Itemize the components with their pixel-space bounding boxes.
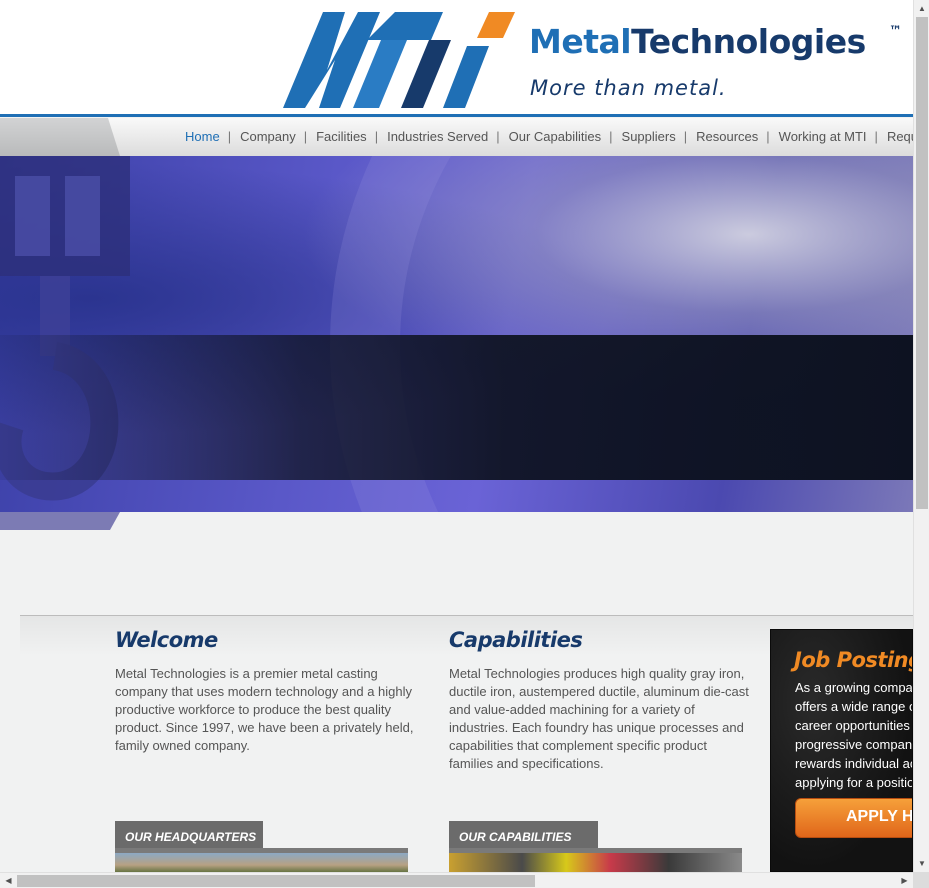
nav-separator: | bbox=[303, 129, 308, 144]
job-postings-text: As a growing company offers a wide range… bbox=[795, 678, 913, 792]
scrollbar-corner bbox=[913, 872, 929, 888]
nav-item-resources[interactable]: Resources bbox=[696, 129, 758, 144]
nav-item-home[interactable]: Home bbox=[185, 129, 220, 144]
scroll-up-arrow-icon[interactable]: ▲ bbox=[914, 0, 929, 17]
navigation-tab-decoration bbox=[0, 118, 120, 156]
job-postings-line: offers a wide range of bbox=[795, 699, 913, 714]
nav-item-working-at-mti[interactable]: Working at MTI bbox=[779, 129, 867, 144]
nav-item-facilities[interactable]: Facilities bbox=[316, 129, 367, 144]
browser-viewport: MetalTechnologies ™ More than metal. Hom… bbox=[0, 0, 913, 872]
nav-separator: | bbox=[227, 129, 232, 144]
nav-item-company[interactable]: Company bbox=[240, 129, 296, 144]
nav-item-request-quote[interactable]: Request Quote bbox=[887, 129, 913, 144]
nav-separator: | bbox=[374, 129, 379, 144]
job-postings-panel: Job Postings As a growing company offers… bbox=[770, 629, 913, 872]
job-postings-heading: Job Postings bbox=[794, 648, 912, 672]
vertical-scroll-thumb[interactable] bbox=[916, 17, 928, 509]
capabilities-photo[interactable] bbox=[449, 853, 742, 872]
nav-separator: | bbox=[496, 129, 500, 144]
vertical-scrollbar[interactable]: ▲ ▼ bbox=[913, 0, 929, 872]
job-postings-line: applying for a position bbox=[795, 775, 913, 790]
horizontal-scrollbar[interactable]: ◀ ▶ bbox=[0, 872, 913, 888]
apply-here-button[interactable]: APPLY HERE bbox=[795, 798, 912, 838]
capabilities-text: Metal Technologies produces high quality… bbox=[449, 666, 749, 771]
brand-name-technologies: Technologies bbox=[631, 22, 866, 61]
main-navigation: Home | Company | Facilities | Industries… bbox=[185, 129, 913, 144]
scroll-left-arrow-icon[interactable]: ◀ bbox=[0, 873, 17, 888]
job-postings-line: progressive company bbox=[795, 737, 913, 752]
scroll-right-arrow-icon[interactable]: ▶ bbox=[896, 873, 913, 888]
capabilities-heading: Capabilities bbox=[449, 628, 583, 652]
site-header: MetalTechnologies ™ More than metal. bbox=[0, 0, 913, 116]
header-divider bbox=[0, 114, 913, 117]
hero-tab-decoration bbox=[0, 512, 120, 530]
headquarters-label[interactable]: OUR HEADQUARTERS bbox=[115, 821, 263, 851]
nav-item-suppliers[interactable]: Suppliers bbox=[622, 129, 676, 144]
welcome-text: Metal Technologies is a premier metal ca… bbox=[115, 666, 414, 753]
headquarters-photo[interactable] bbox=[115, 853, 408, 872]
nav-separator: | bbox=[609, 129, 613, 144]
hero-banner bbox=[0, 156, 913, 512]
mti-logo-icon[interactable] bbox=[283, 10, 518, 108]
nav-item-our-capabilities[interactable]: Our Capabilities bbox=[509, 129, 602, 144]
job-postings-line: rewards individual ac bbox=[795, 756, 913, 771]
job-postings-line: career opportunities bbox=[795, 718, 910, 733]
horizontal-scroll-thumb[interactable] bbox=[17, 875, 535, 887]
capabilities-label[interactable]: OUR CAPABILITIES bbox=[449, 821, 598, 851]
nav-separator: | bbox=[874, 129, 878, 144]
trademark-symbol: ™ bbox=[889, 24, 902, 39]
nav-item-industries-served[interactable]: Industries Served bbox=[387, 129, 488, 144]
nav-separator: | bbox=[683, 129, 688, 144]
scroll-down-arrow-icon[interactable]: ▼ bbox=[914, 855, 929, 872]
nav-separator: | bbox=[766, 129, 770, 144]
brand-name: MetalTechnologies bbox=[529, 22, 866, 61]
job-postings-line: As a growing company bbox=[795, 680, 913, 695]
hero-dark-band bbox=[0, 335, 913, 480]
brand-name-metal: Metal bbox=[529, 22, 632, 61]
brand-tagline: More than metal. bbox=[530, 76, 727, 100]
welcome-heading: Welcome bbox=[115, 628, 218, 652]
